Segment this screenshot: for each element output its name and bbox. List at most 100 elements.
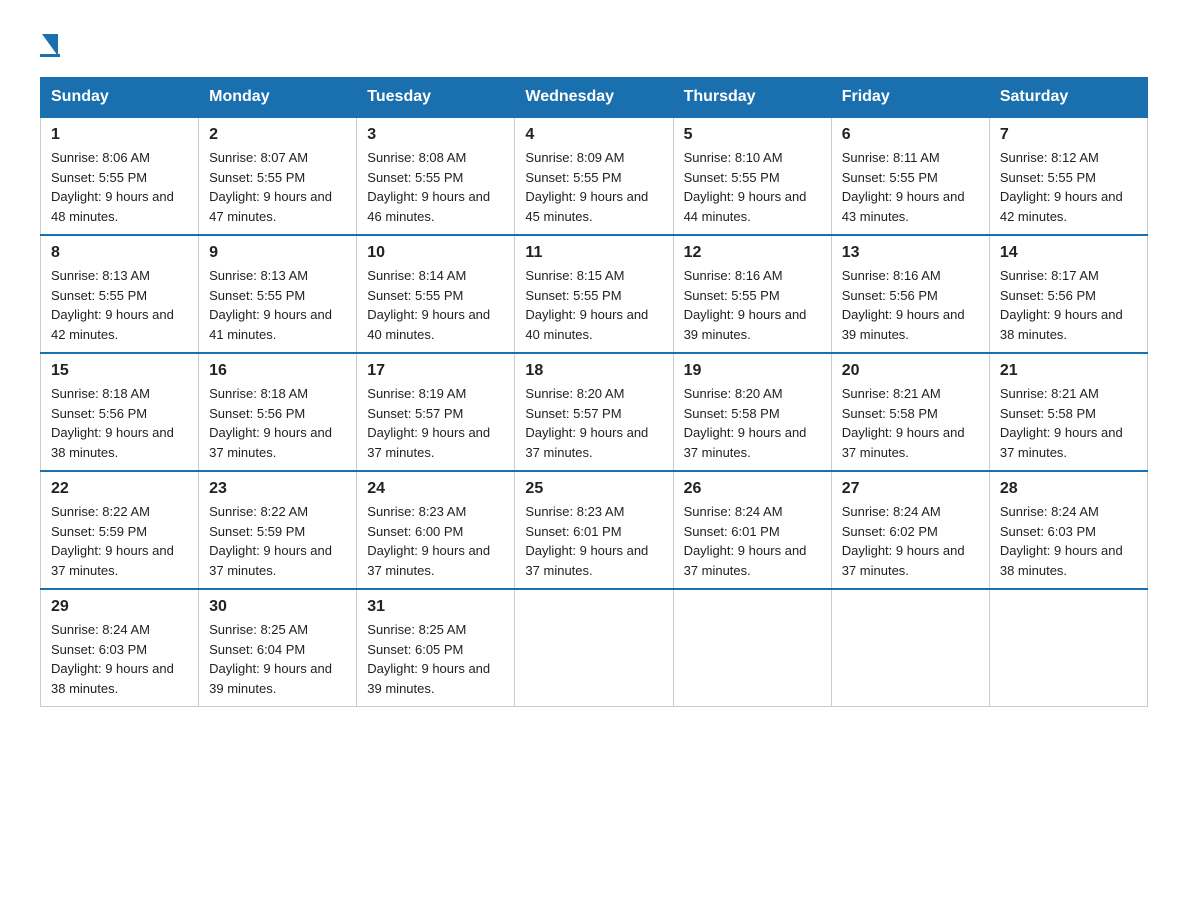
- calendar-cell: 22 Sunrise: 8:22 AMSunset: 5:59 PMDaylig…: [41, 471, 199, 589]
- calendar-cell: 27 Sunrise: 8:24 AMSunset: 6:02 PMDaylig…: [831, 471, 989, 589]
- calendar-cell: 29 Sunrise: 8:24 AMSunset: 6:03 PMDaylig…: [41, 589, 199, 707]
- calendar-cell: 16 Sunrise: 8:18 AMSunset: 5:56 PMDaylig…: [199, 353, 357, 471]
- calendar-cell: 20 Sunrise: 8:21 AMSunset: 5:58 PMDaylig…: [831, 353, 989, 471]
- day-info: Sunrise: 8:08 AMSunset: 5:55 PMDaylight:…: [367, 150, 490, 224]
- day-info: Sunrise: 8:16 AMSunset: 5:56 PMDaylight:…: [842, 268, 965, 342]
- day-number: 7: [1000, 126, 1137, 144]
- calendar-table: SundayMondayTuesdayWednesdayThursdayFrid…: [40, 77, 1148, 707]
- day-info: Sunrise: 8:10 AMSunset: 5:55 PMDaylight:…: [684, 150, 807, 224]
- calendar-cell: 4 Sunrise: 8:09 AMSunset: 5:55 PMDayligh…: [515, 117, 673, 235]
- day-number: 14: [1000, 244, 1137, 262]
- day-number: 18: [525, 362, 662, 380]
- logo-arrow-icon: [42, 34, 58, 56]
- day-info: Sunrise: 8:18 AMSunset: 5:56 PMDaylight:…: [209, 386, 332, 460]
- calendar-cell: 12 Sunrise: 8:16 AMSunset: 5:55 PMDaylig…: [673, 235, 831, 353]
- day-number: 11: [525, 244, 662, 262]
- day-info: Sunrise: 8:13 AMSunset: 5:55 PMDaylight:…: [51, 268, 174, 342]
- day-info: Sunrise: 8:07 AMSunset: 5:55 PMDaylight:…: [209, 150, 332, 224]
- day-number: 22: [51, 480, 188, 498]
- weekday-header-monday: Monday: [199, 78, 357, 118]
- day-info: Sunrise: 8:16 AMSunset: 5:55 PMDaylight:…: [684, 268, 807, 342]
- calendar-cell: 24 Sunrise: 8:23 AMSunset: 6:00 PMDaylig…: [357, 471, 515, 589]
- calendar-cell: 31 Sunrise: 8:25 AMSunset: 6:05 PMDaylig…: [357, 589, 515, 707]
- day-info: Sunrise: 8:23 AMSunset: 6:01 PMDaylight:…: [525, 504, 648, 578]
- day-info: Sunrise: 8:11 AMSunset: 5:55 PMDaylight:…: [842, 150, 965, 224]
- calendar-cell: 25 Sunrise: 8:23 AMSunset: 6:01 PMDaylig…: [515, 471, 673, 589]
- weekday-header-friday: Friday: [831, 78, 989, 118]
- weekday-header-row: SundayMondayTuesdayWednesdayThursdayFrid…: [41, 78, 1148, 118]
- day-info: Sunrise: 8:25 AMSunset: 6:05 PMDaylight:…: [367, 622, 490, 696]
- day-info: Sunrise: 8:24 AMSunset: 6:03 PMDaylight:…: [1000, 504, 1123, 578]
- calendar-cell: 19 Sunrise: 8:20 AMSunset: 5:58 PMDaylig…: [673, 353, 831, 471]
- day-number: 5: [684, 126, 821, 144]
- day-info: Sunrise: 8:13 AMSunset: 5:55 PMDaylight:…: [209, 268, 332, 342]
- weekday-header-sunday: Sunday: [41, 78, 199, 118]
- calendar-cell: 18 Sunrise: 8:20 AMSunset: 5:57 PMDaylig…: [515, 353, 673, 471]
- weekday-header-tuesday: Tuesday: [357, 78, 515, 118]
- day-number: 19: [684, 362, 821, 380]
- day-number: 30: [209, 598, 346, 616]
- day-info: Sunrise: 8:25 AMSunset: 6:04 PMDaylight:…: [209, 622, 332, 696]
- calendar-cell: 8 Sunrise: 8:13 AMSunset: 5:55 PMDayligh…: [41, 235, 199, 353]
- day-number: 6: [842, 126, 979, 144]
- weekday-header-thursday: Thursday: [673, 78, 831, 118]
- calendar-cell: 1 Sunrise: 8:06 AMSunset: 5:55 PMDayligh…: [41, 117, 199, 235]
- calendar-cell: [831, 589, 989, 707]
- calendar-cell: 10 Sunrise: 8:14 AMSunset: 5:55 PMDaylig…: [357, 235, 515, 353]
- day-info: Sunrise: 8:21 AMSunset: 5:58 PMDaylight:…: [842, 386, 965, 460]
- page-header: [40, 30, 1148, 57]
- calendar-cell: 9 Sunrise: 8:13 AMSunset: 5:55 PMDayligh…: [199, 235, 357, 353]
- day-info: Sunrise: 8:20 AMSunset: 5:57 PMDaylight:…: [525, 386, 648, 460]
- day-info: Sunrise: 8:23 AMSunset: 6:00 PMDaylight:…: [367, 504, 490, 578]
- day-number: 25: [525, 480, 662, 498]
- calendar-week-row: 22 Sunrise: 8:22 AMSunset: 5:59 PMDaylig…: [41, 471, 1148, 589]
- day-number: 31: [367, 598, 504, 616]
- day-info: Sunrise: 8:06 AMSunset: 5:55 PMDaylight:…: [51, 150, 174, 224]
- calendar-cell: 7 Sunrise: 8:12 AMSunset: 5:55 PMDayligh…: [989, 117, 1147, 235]
- calendar-week-row: 1 Sunrise: 8:06 AMSunset: 5:55 PMDayligh…: [41, 117, 1148, 235]
- day-number: 15: [51, 362, 188, 380]
- calendar-cell: 15 Sunrise: 8:18 AMSunset: 5:56 PMDaylig…: [41, 353, 199, 471]
- logo: [40, 30, 60, 57]
- calendar-cell: 21 Sunrise: 8:21 AMSunset: 5:58 PMDaylig…: [989, 353, 1147, 471]
- day-number: 12: [684, 244, 821, 262]
- calendar-cell: 5 Sunrise: 8:10 AMSunset: 5:55 PMDayligh…: [673, 117, 831, 235]
- day-info: Sunrise: 8:14 AMSunset: 5:55 PMDaylight:…: [367, 268, 490, 342]
- day-number: 17: [367, 362, 504, 380]
- day-info: Sunrise: 8:19 AMSunset: 5:57 PMDaylight:…: [367, 386, 490, 460]
- day-number: 2: [209, 126, 346, 144]
- calendar-cell: 14 Sunrise: 8:17 AMSunset: 5:56 PMDaylig…: [989, 235, 1147, 353]
- day-info: Sunrise: 8:22 AMSunset: 5:59 PMDaylight:…: [51, 504, 174, 578]
- day-info: Sunrise: 8:24 AMSunset: 6:01 PMDaylight:…: [684, 504, 807, 578]
- calendar-cell: 11 Sunrise: 8:15 AMSunset: 5:55 PMDaylig…: [515, 235, 673, 353]
- day-info: Sunrise: 8:21 AMSunset: 5:58 PMDaylight:…: [1000, 386, 1123, 460]
- day-number: 20: [842, 362, 979, 380]
- day-number: 3: [367, 126, 504, 144]
- calendar-week-row: 15 Sunrise: 8:18 AMSunset: 5:56 PMDaylig…: [41, 353, 1148, 471]
- weekday-header-saturday: Saturday: [989, 78, 1147, 118]
- day-info: Sunrise: 8:18 AMSunset: 5:56 PMDaylight:…: [51, 386, 174, 460]
- day-number: 27: [842, 480, 979, 498]
- calendar-cell: 2 Sunrise: 8:07 AMSunset: 5:55 PMDayligh…: [199, 117, 357, 235]
- day-number: 28: [1000, 480, 1137, 498]
- day-number: 23: [209, 480, 346, 498]
- calendar-cell: 6 Sunrise: 8:11 AMSunset: 5:55 PMDayligh…: [831, 117, 989, 235]
- day-info: Sunrise: 8:09 AMSunset: 5:55 PMDaylight:…: [525, 150, 648, 224]
- calendar-cell: 17 Sunrise: 8:19 AMSunset: 5:57 PMDaylig…: [357, 353, 515, 471]
- day-info: Sunrise: 8:12 AMSunset: 5:55 PMDaylight:…: [1000, 150, 1123, 224]
- calendar-cell: 28 Sunrise: 8:24 AMSunset: 6:03 PMDaylig…: [989, 471, 1147, 589]
- day-info: Sunrise: 8:22 AMSunset: 5:59 PMDaylight:…: [209, 504, 332, 578]
- day-number: 29: [51, 598, 188, 616]
- day-info: Sunrise: 8:20 AMSunset: 5:58 PMDaylight:…: [684, 386, 807, 460]
- calendar-cell: 3 Sunrise: 8:08 AMSunset: 5:55 PMDayligh…: [357, 117, 515, 235]
- day-info: Sunrise: 8:17 AMSunset: 5:56 PMDaylight:…: [1000, 268, 1123, 342]
- day-number: 1: [51, 126, 188, 144]
- calendar-week-row: 8 Sunrise: 8:13 AMSunset: 5:55 PMDayligh…: [41, 235, 1148, 353]
- day-number: 9: [209, 244, 346, 262]
- calendar-cell: [989, 589, 1147, 707]
- day-number: 26: [684, 480, 821, 498]
- day-info: Sunrise: 8:24 AMSunset: 6:03 PMDaylight:…: [51, 622, 174, 696]
- calendar-cell: 13 Sunrise: 8:16 AMSunset: 5:56 PMDaylig…: [831, 235, 989, 353]
- day-number: 13: [842, 244, 979, 262]
- day-number: 24: [367, 480, 504, 498]
